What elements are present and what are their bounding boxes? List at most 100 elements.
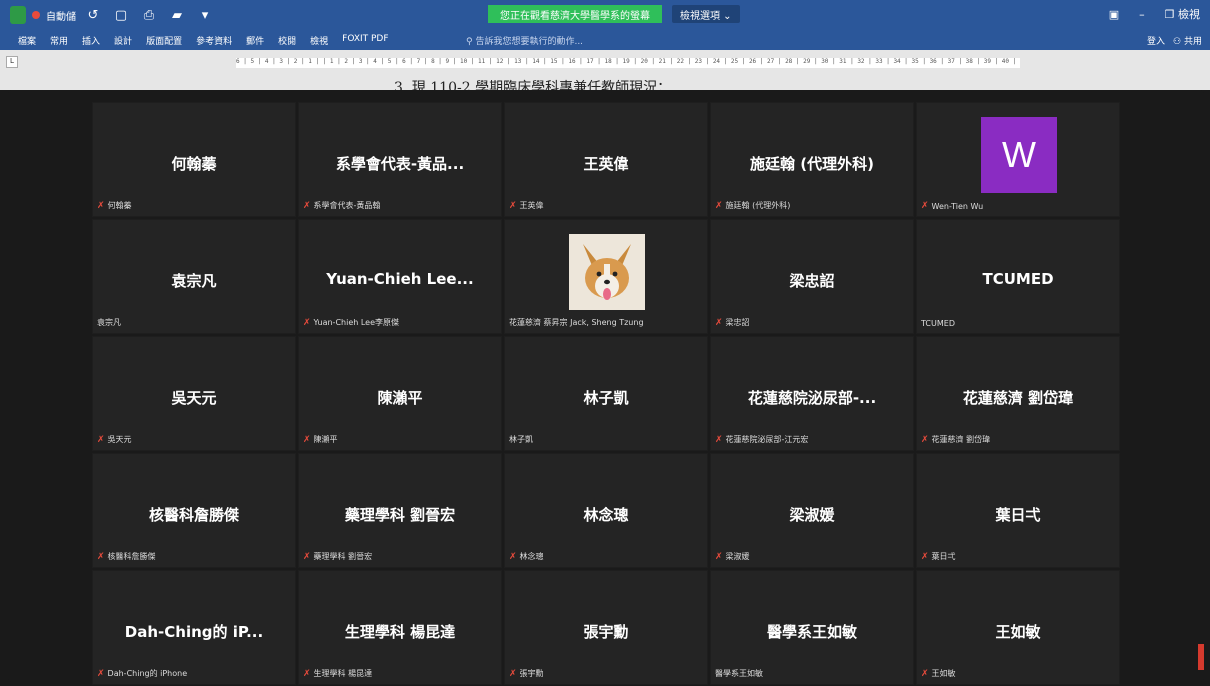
participant-tile[interactable]: 系學會代表-黃品... ✗ 系學會代表-黃品翰: [298, 102, 502, 217]
ribbon-tab[interactable]: 郵件: [246, 34, 264, 47]
tell-me-search[interactable]: ⚲ 告訴我您想要執行的動作...: [466, 34, 583, 47]
participant-tile[interactable]: 花蓮慈濟 蔡昇宗 Jack, Sheng Tzung: [504, 219, 708, 334]
participant-display-name: 何翰蓁: [171, 155, 217, 173]
participant-label-text: 葉日弌: [931, 552, 956, 561]
participant-tile[interactable]: 花蓮慈院泌尿部-... ✗ 花蓮慈院泌尿部-江元宏: [710, 336, 914, 451]
participant-grid: 何翰蓁 ✗ 何翰蓁 系學會代表-黃品... ✗ 系學會代表-黃品翰 王英偉 ✗ 王英偉 施廷翰 (…: [92, 102, 1120, 685]
participant-label-text: 林念璁: [519, 552, 544, 561]
tab-selector[interactable]: L: [6, 56, 18, 68]
ribbon-display-icon[interactable]: ▣: [1109, 8, 1119, 21]
participant-label-text: 系學會代表-黃品翰: [313, 201, 381, 210]
horizontal-ruler[interactable]: 6 | 5 | 4 | 3 | 2 | 1 | | 1 | 2 | 3 | 4 …: [236, 58, 1020, 68]
shield-icon: [10, 6, 26, 24]
participant-label-text: Dah-Ching的 iPhone: [107, 669, 188, 678]
participant-tile[interactable]: Yuan-Chieh Lee... ✗ Yuan-Chieh Lee李原傑: [298, 219, 502, 334]
participant-name-label: ✗ 林念璁: [509, 551, 544, 562]
participant-tile[interactable]: 生理學科 楊昆達 ✗ 生理學科 楊昆達: [298, 570, 502, 685]
participant-tile[interactable]: TCUMED TCUMED: [916, 219, 1120, 334]
participant-name-label: ✗ Wen-Tien Wu: [921, 201, 983, 211]
participant-label-text: Yuan-Chieh Lee李原傑: [313, 318, 400, 327]
restore-icon[interactable]: ❐ 檢視: [1165, 6, 1200, 22]
participant-name-label: ✗ 施廷翰 (代理外科): [715, 200, 790, 211]
participant-display-name: 王英偉: [583, 155, 629, 173]
ribbon-tab[interactable]: 參考資料: [196, 34, 232, 47]
participant-tile[interactable]: 吳天元 ✗ 吳天元: [92, 336, 296, 451]
ribbon-tab[interactable]: 檔案: [18, 34, 36, 47]
participant-display-name: 陳瀨平: [377, 389, 423, 407]
participant-tile[interactable]: 葉日弌 ✗ 葉日弌: [916, 453, 1120, 568]
participant-tile[interactable]: 張宇勳 ✗ 張宇勳: [504, 570, 708, 685]
ribbon-tab[interactable]: 設計: [114, 34, 132, 47]
participant-name-label: ✗ Dah-Ching的 iPhone: [97, 668, 187, 679]
participant-tile[interactable]: 王英偉 ✗ 王英偉: [504, 102, 708, 217]
screen-share-banner: 您正在觀看慈濟大學醫學系的螢幕: [488, 5, 662, 23]
participant-display-name: 生理學科 楊昆達: [344, 623, 456, 641]
ribbon-tab[interactable]: 插入: [82, 34, 100, 47]
participant-tile[interactable]: 核醫科詹勝傑 ✗ 核醫科詹勝傑: [92, 453, 296, 568]
ribbon-tab[interactable]: FOXIT PDF: [342, 34, 388, 47]
minimize-icon[interactable]: –: [1139, 8, 1145, 21]
participant-display-name: 花蓮慈濟 劉岱瑋: [962, 389, 1074, 407]
autosave-label[interactable]: 自動儲: [46, 8, 76, 23]
participant-tile[interactable]: 王如敏 ✗ 王如敏: [916, 570, 1120, 685]
participant-tile[interactable]: W ✗ Wen-Tien Wu: [916, 102, 1120, 217]
ribbon-tab[interactable]: 常用: [50, 34, 68, 47]
undo-icon[interactable]: ↺: [82, 6, 104, 24]
mic-muted-icon: ✗: [303, 200, 311, 211]
participant-tile[interactable]: 梁忠詔 ✗ 梁忠詔: [710, 219, 914, 334]
quick-access-toolbar: 自動儲 ↺ ▢ ⎙ ▰ ▾: [10, 6, 216, 24]
participant-display-name: TCUMED: [982, 270, 1054, 288]
ribbon-tab-list: 檔案 常用 插入 設計 版面配置 參考資料 郵件 校閱 檢視 FOXIT PDF: [18, 34, 389, 47]
print-preview-icon[interactable]: ⎙: [138, 6, 160, 24]
participant-tile[interactable]: 施廷翰 (代理外科) ✗ 施廷翰 (代理外科): [710, 102, 914, 217]
participant-name-label: ✗ 花蓮慈濟 劉岱瑋: [921, 434, 990, 445]
open-folder-icon[interactable]: ▰: [166, 6, 188, 24]
participant-display-name: 核醫科詹勝傑: [148, 506, 239, 524]
participant-name-label: TCUMED: [921, 319, 955, 328]
share-label: 共用: [1183, 37, 1202, 47]
mic-muted-icon: ✗: [303, 668, 311, 679]
participant-label-text: 花蓮慈院泌尿部-江元宏: [725, 435, 809, 444]
participant-tile[interactable]: 藥理學科 劉晉宏 ✗ 藥理學科 劉晉宏: [298, 453, 502, 568]
participant-label-text: 施廷翰 (代理外科): [725, 201, 791, 210]
sign-in-link[interactable]: 登入: [1147, 34, 1165, 47]
mic-muted-icon: ✗: [715, 200, 723, 211]
participant-name-label: ✗ 生理學科 楊昆達: [303, 668, 372, 679]
participant-tile[interactable]: 醫學系王如敏 醫學系王如敏: [710, 570, 914, 685]
participant-name-label: ✗ 王英偉: [509, 200, 544, 211]
participant-display-name: 吳天元: [171, 389, 217, 407]
mic-muted-icon: ✗: [97, 551, 105, 562]
participant-tile[interactable]: 林念璁 ✗ 林念璁: [504, 453, 708, 568]
participant-tile[interactable]: 花蓮慈濟 劉岱瑋 ✗ 花蓮慈濟 劉岱瑋: [916, 336, 1120, 451]
mic-muted-icon: ✗: [303, 551, 311, 562]
participant-display-name: Dah-Ching的 iP...: [124, 623, 264, 641]
participant-tile[interactable]: Dah-Ching的 iP... ✗ Dah-Ching的 iPhone: [92, 570, 296, 685]
view-options-button[interactable]: 檢視選項 ⌄: [672, 5, 740, 23]
participant-name-label: ✗ 何翰蓁: [97, 200, 132, 211]
mic-muted-icon: ✗: [97, 434, 105, 445]
new-document-icon[interactable]: ▢: [110, 6, 132, 24]
participant-tile[interactable]: 梁淑媛 ✗ 梁淑媛: [710, 453, 914, 568]
participant-display-name: 梁忠詔: [789, 272, 835, 290]
customize-toolbar-icon[interactable]: ▾: [194, 6, 216, 24]
participant-label-text: 袁宗凡: [97, 318, 121, 327]
participant-label-text: TCUMED: [921, 319, 955, 328]
avatar: W: [981, 117, 1057, 193]
ribbon-tab[interactable]: 檢視: [310, 34, 328, 47]
participant-tile[interactable]: 袁宗凡 袁宗凡: [92, 219, 296, 334]
participant-name-label: ✗ 梁淑媛: [715, 551, 750, 562]
mic-muted-icon: ✗: [715, 434, 723, 445]
participant-display-name: 花蓮慈院泌尿部-...: [747, 389, 877, 407]
participant-tile[interactable]: 林子凱 林子凱: [504, 336, 708, 451]
document-area: L 6 | 5 | 4 | 3 | 2 | 1 | | 1 | 2 | 3 | …: [0, 50, 1210, 90]
participant-tile[interactable]: 何翰蓁 ✗ 何翰蓁: [92, 102, 296, 217]
ribbon-tab[interactable]: 校閱: [278, 34, 296, 47]
participant-tile[interactable]: 陳瀨平 ✗ 陳瀨平: [298, 336, 502, 451]
mic-muted-icon: ✗: [97, 668, 105, 679]
ribbon-tab[interactable]: 版面配置: [146, 34, 182, 47]
share-button[interactable]: ⚇ 共用: [1173, 34, 1202, 47]
participant-name-label: 袁宗凡: [97, 317, 121, 328]
participant-label-text: 藥理學科 劉晉宏: [313, 552, 373, 561]
participant-display-name: 醫學系王如敏: [766, 623, 857, 641]
tell-me-text: 告訴我您想要執行的動作...: [475, 37, 584, 47]
